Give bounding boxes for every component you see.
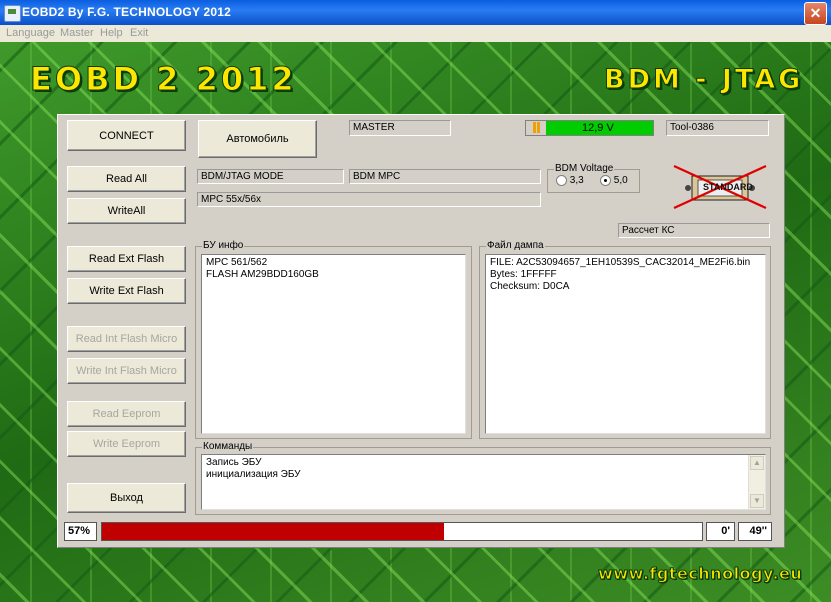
tool-id-field: Tool-0386 — [666, 120, 769, 136]
commands-label: Комманды — [202, 441, 254, 452]
ecu-info-line: FLASH AM29BDD160GB — [206, 269, 319, 280]
scroll-down-icon[interactable]: ▼ — [750, 494, 764, 508]
website-url[interactable]: www.fgtechnology.eu — [597, 564, 802, 584]
master-field: MASTER — [349, 120, 451, 136]
commands-line: Запись ЭБУ — [206, 457, 262, 468]
read-all-button[interactable]: Read All — [67, 166, 186, 192]
elapsed-seconds: 49'' — [738, 522, 772, 541]
checksum-calc-button[interactable]: Рассчет КС — [618, 223, 770, 238]
voltage-value: 12,9 V — [582, 122, 614, 134]
app-icon — [4, 5, 21, 22]
scroll-up-icon[interactable]: ▲ — [750, 456, 764, 470]
menu-language[interactable]: Language — [6, 27, 55, 39]
vehicle-button[interactable]: Автомобиль — [198, 120, 317, 158]
dump-file-line: Bytes: 1FFFFF — [490, 269, 557, 280]
read-eeprom-button[interactable]: Read Eeprom — [67, 401, 186, 427]
title-bar: EOBD2 By F.G. TECHNOLOGY 2012 ✕ — [0, 0, 831, 25]
close-button[interactable]: ✕ — [804, 2, 827, 25]
menu-master[interactable]: Master — [60, 27, 94, 39]
write-int-flash-micro-button[interactable]: Write Int Flash Micro — [67, 358, 186, 384]
progress-percent: 57% — [64, 522, 97, 541]
protocol-field: BDM MPC — [349, 169, 541, 184]
ecu-info-list[interactable]: MPC 561/562 FLASH AM29BDD160GB — [201, 254, 466, 434]
commands-group: Комманды Запись ЭБУ инициализация ЭБУ ▲ … — [195, 441, 771, 515]
dump-file-label: Файл дампа — [486, 240, 545, 251]
window-title: EOBD2 By F.G. TECHNOLOGY 2012 — [22, 5, 231, 19]
elapsed-minutes: 0' — [706, 522, 735, 541]
ecu-info-line: MPC 561/562 — [206, 257, 268, 268]
ecu-info-label: БУ инфо — [202, 240, 245, 251]
bdm-voltage-group: BDM Voltage 3,3 5,0 — [547, 163, 640, 193]
progress-bar — [101, 522, 703, 541]
commands-line: инициализация ЭБУ — [206, 469, 301, 480]
progress-fill — [102, 523, 444, 540]
standard-disabled-icon: STANDARD — [672, 164, 768, 210]
voltage-indicator: 12,9 V — [525, 120, 654, 136]
menu-bar: Language Master Help Exit — [0, 25, 831, 42]
write-eeprom-button[interactable]: Write Eeprom — [67, 431, 186, 457]
dump-file-list[interactable]: FILE: A2C53094657_1EH10539S_CAC32014_ME2… — [485, 254, 766, 434]
exit-button[interactable]: Выход — [67, 483, 186, 513]
voltage-option-5v0[interactable]: 5,0 — [600, 175, 628, 186]
main-panel: CONNECT Автомобиль Read All WriteAll Rea… — [57, 114, 785, 548]
dump-file-line: FILE: A2C53094657_1EH10539S_CAC32014_ME2… — [490, 257, 751, 268]
commands-log[interactable]: Запись ЭБУ инициализация ЭБУ ▲ ▼ — [201, 454, 766, 510]
ecu-family-field: MPC 55x/56x — [197, 192, 541, 207]
bdm-jtag-logo: BDM - JTAG — [603, 64, 804, 96]
bdm-voltage-label: BDM Voltage — [554, 163, 615, 174]
eobd-logo: EOBD 2 2012 — [30, 60, 297, 99]
write-all-button[interactable]: WriteAll — [67, 198, 186, 224]
dump-file-group: Файл дампа FILE: A2C53094657_1EH10539S_C… — [479, 240, 771, 439]
read-int-flash-micro-button[interactable]: Read Int Flash Micro — [67, 326, 186, 352]
radio-3v3[interactable] — [556, 175, 567, 186]
dump-file-line: Checksum: D0CA — [490, 281, 570, 292]
ecu-info-group: БУ инфо MPC 561/562 FLASH AM29BDD160GB — [195, 240, 472, 439]
menu-exit[interactable]: Exit — [130, 27, 148, 39]
read-ext-flash-button[interactable]: Read Ext Flash — [67, 246, 186, 272]
write-ext-flash-button[interactable]: Write Ext Flash — [67, 278, 186, 304]
voltage-meter-frame — [526, 121, 546, 135]
menu-help[interactable]: Help — [100, 27, 123, 39]
stamp-text: STANDARD — [703, 182, 753, 192]
voltage-option-3v3[interactable]: 3,3 — [556, 175, 584, 186]
mode-field: BDM/JTAG MODE — [197, 169, 344, 184]
connect-button[interactable]: CONNECT — [67, 120, 186, 151]
commands-scrollbar[interactable]: ▲ ▼ — [748, 455, 765, 509]
radio-5v0[interactable] — [600, 175, 611, 186]
